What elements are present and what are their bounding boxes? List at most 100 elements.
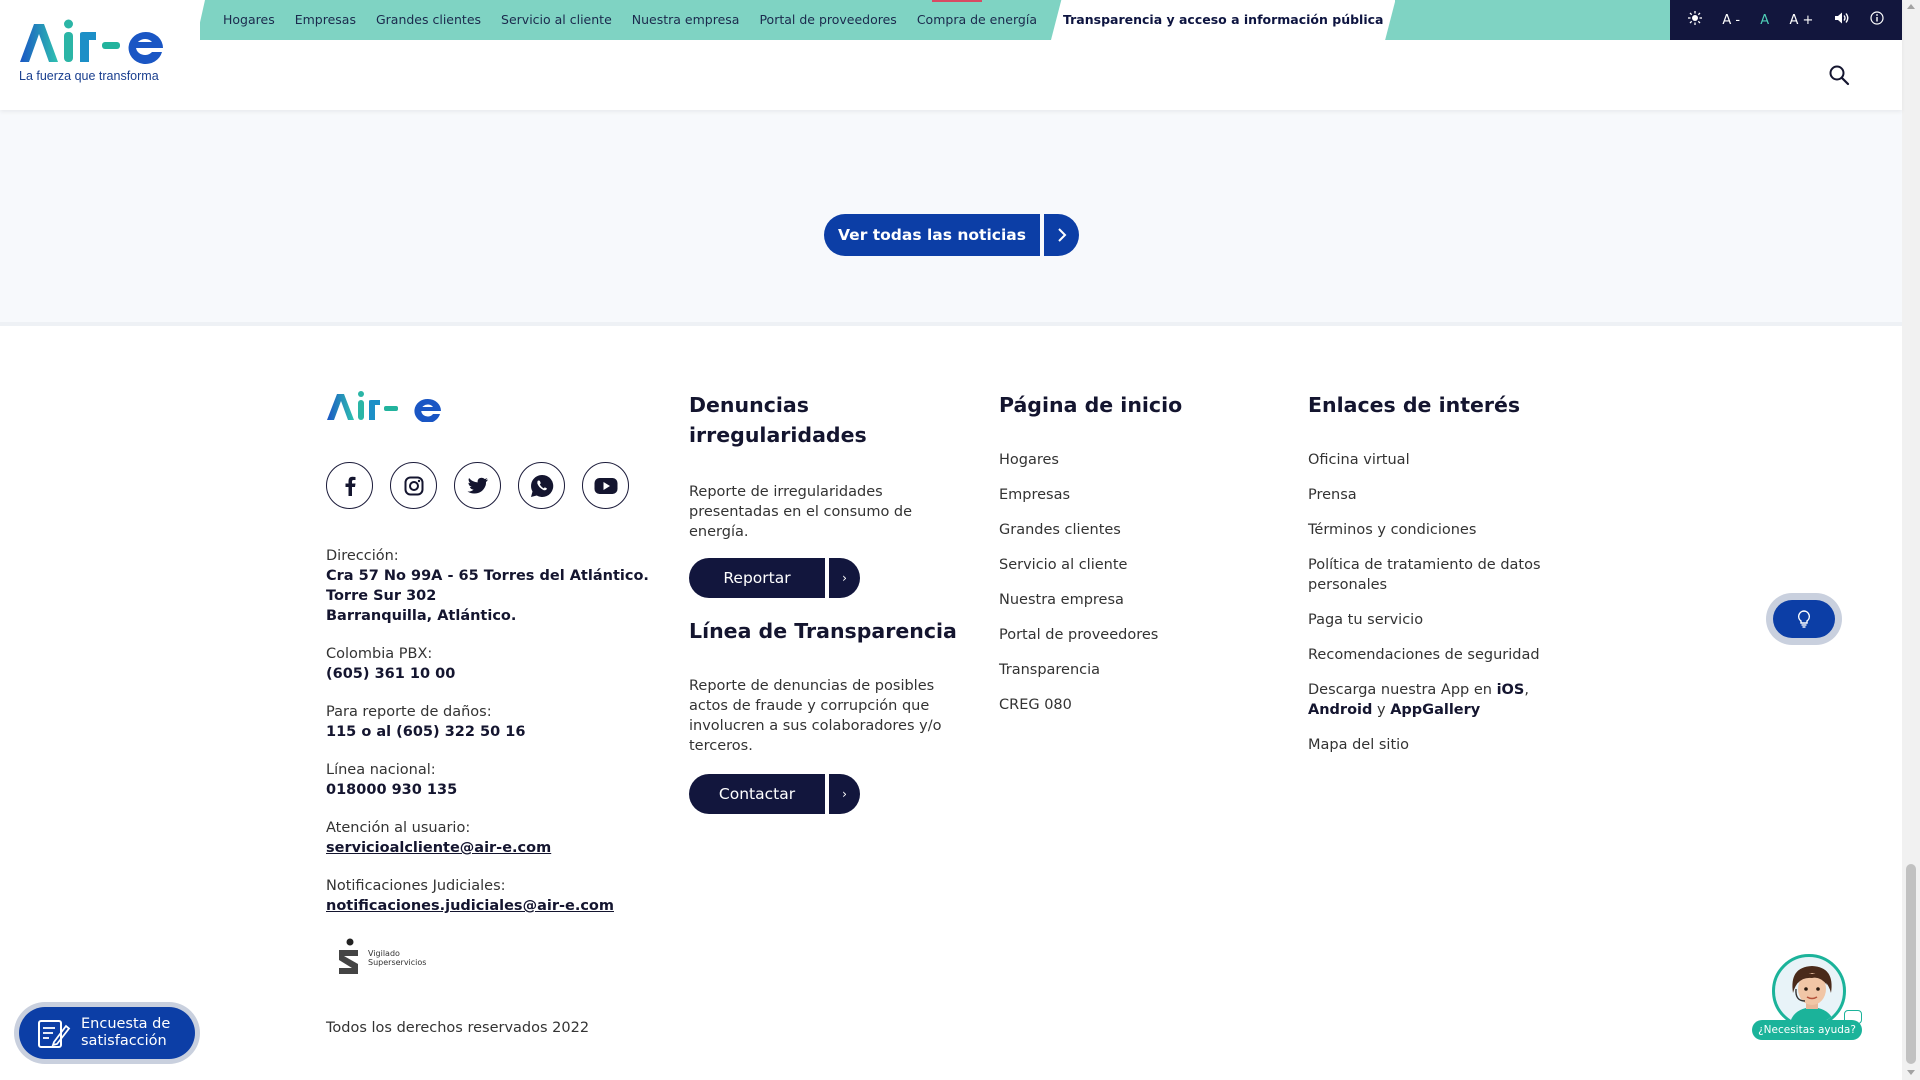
judicial-email-link[interactable]: notificaciones.judiciales@air-e.com (326, 898, 614, 914)
denuncias-column: Denuncias irregularidades Reporte de irr… (689, 390, 959, 542)
nav-item-nuestra-empresa[interactable]: Nuestra empresa (622, 0, 750, 40)
air-e-logo-icon (20, 19, 163, 64)
footer-link-politica-datos[interactable]: Política de tratamiento de datos persona… (1308, 555, 1558, 595)
vigilado-text: Superservicios (368, 958, 427, 967)
contact-button-label[interactable]: Contactar (689, 774, 825, 814)
pbx-value: (605) 361 10 00 (326, 666, 456, 682)
satisfaction-survey-button[interactable]: Encuesta de satisfacción (14, 1002, 200, 1064)
national-line-label: Línea nacional: (326, 762, 436, 778)
help-label[interactable]: ¿Necesitas ayuda? (1752, 1020, 1862, 1040)
footer-link-nuestra-empresa[interactable]: Nuestra empresa (999, 590, 1279, 610)
transparencia-title: Línea de Transparencia (689, 619, 957, 643)
app-ios-link[interactable]: iOS (1497, 682, 1525, 698)
user-attention-label: Atención al usuario: (326, 820, 471, 836)
scroll-up-icon[interactable] (1907, 4, 1915, 9)
footer-link-seguridad[interactable]: Recomendaciones de seguridad (1308, 645, 1588, 665)
font-reset-button[interactable]: A (1760, 13, 1769, 28)
nav-item-servicio-al-cliente[interactable]: Servicio al cliente (491, 0, 622, 40)
logo-tagline: La fuerza que transforma (19, 69, 159, 83)
app-android-link[interactable]: Android (1308, 702, 1372, 718)
nav-item-compra-energia[interactable]: Compra de energía (907, 0, 1047, 40)
address-line: Cra 57 No 99A - 65 Torres del Atlántico. (326, 568, 649, 584)
home-links-column: Página de inicio Hogares Empresas Grande… (999, 390, 1279, 730)
nav-item-transparencia[interactable]: Transparencia y acceso a información púb… (1050, 0, 1396, 40)
lightbulb-icon[interactable] (1773, 600, 1835, 638)
footer-logo[interactable] (326, 390, 656, 426)
youtube-icon[interactable] (582, 462, 629, 509)
pbx-label: Colombia PBX: (326, 646, 433, 662)
damage-value: 115 o al (605) 322 50 16 (326, 724, 526, 740)
footer-link-terminos[interactable]: Términos y condiciones (1308, 520, 1588, 540)
footer-link-oficina-virtual[interactable]: Oficina virtual (1308, 450, 1588, 470)
social-links (326, 462, 629, 509)
speaker-icon[interactable] (1834, 11, 1850, 29)
instagram-icon[interactable] (390, 462, 437, 509)
superservicios-logo-icon (339, 938, 358, 974)
main-nav: Hogares Empresas Grandes clientes Servic… (213, 0, 1396, 40)
footer-link-portal-proveedores[interactable]: Portal de proveedores (999, 625, 1279, 645)
app-download-text: Descarga nuestra App en iOS, Android y Ap… (1308, 680, 1588, 720)
scrollbar-thumb[interactable] (1906, 864, 1916, 1064)
app-comma: , (1524, 682, 1529, 698)
footer-link-transparencia[interactable]: Transparencia (999, 660, 1279, 680)
nav-item-empresas[interactable]: Empresas (285, 0, 366, 40)
assistant-avatar[interactable] (1772, 954, 1846, 1028)
facebook-icon[interactable] (326, 462, 373, 509)
chevron-right-icon[interactable]: › (829, 774, 860, 814)
search-icon[interactable] (1828, 64, 1850, 86)
air-e-logo-icon (327, 391, 441, 423)
info-icon[interactable] (1870, 11, 1884, 29)
address-label: Dirección: (326, 548, 399, 564)
footer-link-mapa-sitio[interactable]: Mapa del sitio (1308, 735, 1588, 755)
whatsapp-icon[interactable] (518, 462, 565, 509)
footer-link-grandes-clientes[interactable]: Grandes clientes (999, 520, 1279, 540)
user-email-link[interactable]: servicioalcliente@air-e.com (326, 840, 551, 856)
accessibility-toolbar: A - A A + (1670, 0, 1902, 40)
home-links-list: Hogares Empresas Grandes clientes Servic… (999, 450, 1279, 715)
site-header: La fuerza que transforma Hogares Empresa… (0, 0, 1902, 110)
app-prefix: Descarga nuestra App en (1308, 682, 1497, 698)
footer-link-prensa[interactable]: Prensa (1308, 485, 1588, 505)
font-increase-button[interactable]: A + (1789, 13, 1813, 28)
vigilado-seal: Vigilado Superservicios (336, 938, 426, 978)
survey-label: Encuesta de (81, 1016, 171, 1032)
section-divider (0, 322, 1902, 326)
nav-item-portal-proveedores[interactable]: Portal de proveedores (749, 0, 906, 40)
interest-links-column: Enlaces de interés Oficina virtual Prens… (1308, 390, 1588, 770)
footer-link-paga-servicio[interactable]: Paga tu servicio (1308, 610, 1588, 630)
copyright-text: Todos los derechos reservados 2022 (326, 1020, 590, 1036)
footer-link-servicio-cliente[interactable]: Servicio al cliente (999, 555, 1279, 575)
sun-icon[interactable] (1688, 11, 1703, 29)
report-button[interactable]: Reportar › (689, 558, 860, 598)
survey-label: satisfacción (81, 1033, 167, 1049)
footer-link-creg[interactable]: CREG 080 (999, 695, 1279, 715)
app-gallery-link[interactable]: AppGallery (1390, 702, 1480, 718)
all-news-button[interactable]: Ver todas las noticias (824, 214, 1040, 256)
damage-label: Para reporte de daños: (326, 704, 492, 720)
nav-item-grandes-clientes[interactable]: Grandes clientes (366, 0, 491, 40)
contact-info: Dirección: Cra 57 No 99A - 65 Torres del… (326, 546, 666, 934)
survey-button-inner[interactable]: Encuesta de satisfacción (19, 1007, 195, 1059)
judicial-label: Notificaciones Judiciales: (326, 878, 506, 894)
edit-document-icon (38, 1020, 71, 1048)
app-and: y (1372, 702, 1391, 718)
national-line-value: 018000 930 135 (326, 782, 458, 798)
twitter-icon[interactable] (454, 462, 501, 509)
address-line: Torre Sur 302 (326, 588, 437, 604)
font-decrease-button[interactable]: A - (1722, 13, 1740, 28)
report-button-label[interactable]: Reportar (689, 558, 825, 598)
chat-assistant-button[interactable]: ¿Necesitas ayuda? (1752, 954, 1864, 1046)
interest-links-title: Enlaces de interés (1308, 393, 1521, 417)
footer-link-hogares[interactable]: Hogares (999, 450, 1279, 470)
scroll-down-icon[interactable] (1907, 1070, 1915, 1075)
page-scrollbar[interactable] (1902, 0, 1920, 1080)
nav-item-hogares[interactable]: Hogares (213, 0, 285, 40)
footer-link-empresas[interactable]: Empresas (999, 485, 1279, 505)
transparencia-text: Reporte de denuncias de posibles actos d… (689, 678, 942, 754)
header-logo[interactable]: La fuerza que transforma (0, 0, 205, 110)
home-links-title: Página de inicio (999, 393, 1183, 417)
lightbulb-button[interactable] (1766, 593, 1842, 645)
address-line: Barranquilla, Atlántico. (326, 608, 517, 624)
contact-button[interactable]: Contactar › (689, 774, 860, 814)
chevron-right-icon[interactable]: › (829, 558, 860, 598)
